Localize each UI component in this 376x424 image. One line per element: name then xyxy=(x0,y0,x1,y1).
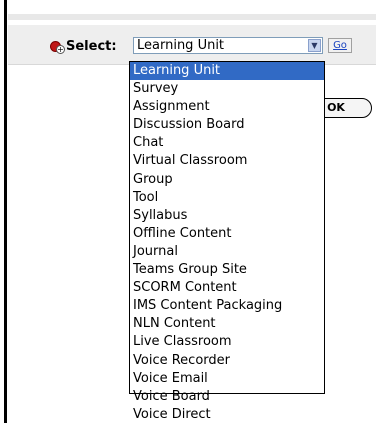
item-type-dropdown-list: Learning Unit Survey Assignment Discussion … xyxy=(129,61,325,422)
dropdown-option[interactable]: Voice Email xyxy=(130,370,324,388)
go-button[interactable]: Go xyxy=(328,38,352,53)
select-label: Select: xyxy=(66,38,117,54)
top-divider xyxy=(8,14,376,20)
plus-icon: + xyxy=(56,45,65,54)
dropdown-option[interactable]: Voice Board xyxy=(130,388,324,406)
dropdown-option[interactable]: NLN Content xyxy=(130,315,324,333)
page-frame: + Select: Learning Unit ▼ Go OK Learning… xyxy=(0,0,376,423)
dropdown-option[interactable]: IMS Content Packaging xyxy=(130,297,324,315)
dropdown-option[interactable]: Survey xyxy=(130,80,324,98)
dropdown-option[interactable]: Virtual Classroom xyxy=(130,152,324,170)
left-border xyxy=(4,0,7,423)
dropdown-option[interactable]: Tool xyxy=(130,189,324,207)
select-toolbar: + Select: Learning Unit ▼ Go xyxy=(8,25,376,65)
dropdown-option[interactable]: Offline Content xyxy=(130,225,324,243)
dropdown-option[interactable]: Assignment xyxy=(130,98,324,116)
select-current-value: Learning Unit xyxy=(137,38,225,53)
dropdown-option[interactable]: Learning Unit xyxy=(130,62,324,81)
dropdown-option[interactable]: Voice Recorder xyxy=(130,352,324,370)
select-label-group: + Select: xyxy=(50,37,117,55)
dropdown-option[interactable]: SCORM Content xyxy=(130,279,324,297)
dropdown-option[interactable]: Chat xyxy=(130,134,324,152)
chevron-down-icon[interactable]: ▼ xyxy=(308,39,321,52)
dropdown-option[interactable]: Group xyxy=(130,171,324,189)
dropdown-option[interactable]: Live Classroom xyxy=(130,333,324,351)
add-item-icon: + xyxy=(50,39,65,54)
item-type-select[interactable]: Learning Unit ▼ xyxy=(133,37,323,54)
dropdown-option[interactable]: Journal xyxy=(130,243,324,261)
dropdown-option[interactable]: Syllabus xyxy=(130,207,324,225)
dropdown-option[interactable]: Discussion Board xyxy=(130,116,324,134)
dropdown-option[interactable]: Teams Group Site xyxy=(130,261,324,279)
dropdown-option[interactable]: Voice Direct xyxy=(130,406,324,424)
